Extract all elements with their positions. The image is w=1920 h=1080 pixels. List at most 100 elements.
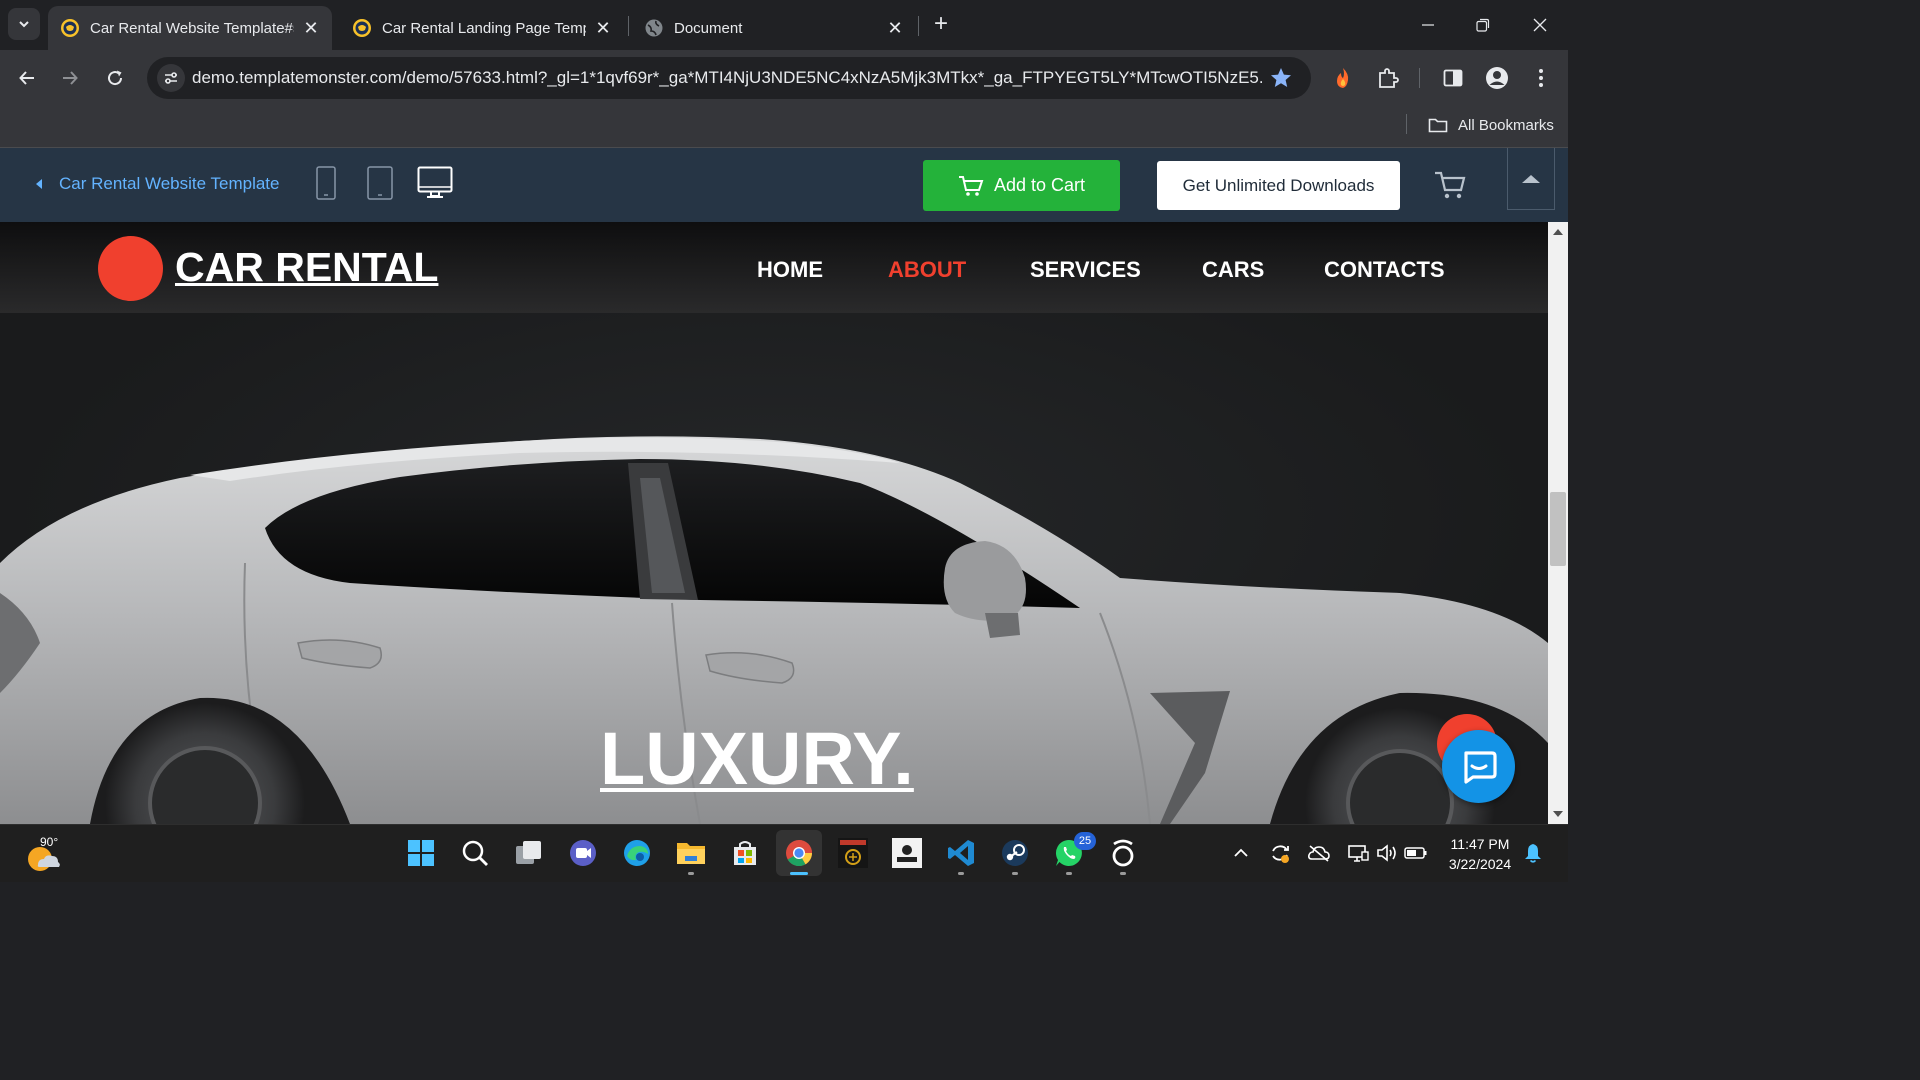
notifications-button[interactable]	[1521, 841, 1545, 865]
taskbar-file-explorer[interactable]	[668, 830, 714, 876]
tab-car-rental-landing[interactable]: Car Rental Landing Page Templa ✕	[340, 6, 624, 50]
windows-taskbar: 90° 25 11:47 PM 3/22/2024	[0, 824, 1568, 882]
taskbar-task-view[interactable]	[506, 830, 552, 876]
taskbar-store[interactable]	[722, 830, 768, 876]
tab-separator	[628, 16, 629, 36]
hero-title: LUXURY.	[600, 717, 914, 800]
restore-button[interactable]	[1468, 10, 1498, 40]
caret-left-icon	[36, 179, 42, 189]
running-indicator	[1120, 872, 1126, 875]
file-explorer-icon	[677, 843, 705, 864]
close-window-button[interactable]	[1525, 10, 1555, 40]
globe-icon	[645, 19, 663, 37]
extension-flame-button[interactable]	[1327, 62, 1359, 94]
nav-services[interactable]: SERVICES	[1030, 257, 1141, 283]
vscode-icon	[948, 840, 974, 866]
restore-icon	[1476, 18, 1490, 32]
tablet-view-icon[interactable]	[367, 166, 393, 200]
new-tab-button[interactable]: +	[928, 12, 954, 38]
pes-icon	[838, 838, 868, 868]
scrollbar-thumb[interactable]	[1550, 492, 1566, 566]
scroll-down-icon[interactable]	[1553, 811, 1563, 817]
all-bookmarks-button[interactable]: All Bookmarks	[1428, 112, 1554, 138]
unlimited-downloads-button[interactable]: Get Unlimited Downloads	[1157, 161, 1400, 210]
taskbar-whatsapp[interactable]: 25	[1046, 830, 1096, 876]
live-chat-button[interactable]	[1442, 730, 1515, 803]
taskbar-chrome[interactable]	[776, 830, 822, 876]
unlimited-downloads-label: Get Unlimited Downloads	[1182, 175, 1375, 195]
templatemonster-demo-bar: Car Rental Website Template Add to Cart …	[0, 148, 1568, 222]
extensions-button[interactable]	[1372, 62, 1404, 94]
tab-title: Car Rental Landing Page Templa	[382, 19, 586, 37]
scroll-up-icon[interactable]	[1553, 229, 1563, 235]
tray-sync[interactable]	[1268, 841, 1292, 865]
taskbar-vscode[interactable]	[938, 830, 984, 876]
page-scrollbar[interactable]	[1548, 222, 1568, 824]
tray-battery[interactable]	[1404, 841, 1428, 865]
cart-icon	[958, 175, 984, 196]
add-to-cart-button[interactable]: Add to Cart	[923, 160, 1120, 211]
tab-car-rental-website[interactable]: Car Rental Website Template#5 ✕	[48, 6, 332, 50]
bell-icon	[1525, 844, 1541, 863]
address-bar[interactable]: demo.templatemonster.com/demo/57633.html…	[147, 57, 1311, 99]
tray-network[interactable]	[1346, 841, 1370, 865]
profile-button[interactable]	[1481, 62, 1513, 94]
desktop-view-icon[interactable]	[417, 166, 453, 200]
cart-icon[interactable]	[1434, 170, 1466, 200]
running-indicator	[1066, 872, 1072, 875]
caret-up-icon	[1522, 174, 1540, 183]
bookmark-star-icon[interactable]	[1269, 66, 1293, 90]
hero-section: LUXURY.	[0, 313, 1548, 824]
back-button[interactable]	[11, 62, 43, 94]
close-icon[interactable]: ✕	[594, 19, 612, 37]
tray-volume[interactable]	[1375, 841, 1399, 865]
site-logo[interactable]: CAR RENTAL	[175, 244, 438, 291]
clock-date: 3/22/2024	[1448, 856, 1512, 872]
nav-cars[interactable]: CARS	[1202, 257, 1264, 283]
side-panel-button[interactable]	[1437, 62, 1469, 94]
taskbar-search[interactable]	[452, 830, 498, 876]
taskbar-app[interactable]	[1100, 830, 1146, 876]
minimize-icon	[1422, 24, 1434, 26]
site-header: CAR RENTAL HOME ABOUT SERVICES CARS CONT…	[0, 222, 1548, 313]
close-icon[interactable]: ✕	[302, 19, 320, 37]
minimize-button[interactable]	[1413, 10, 1443, 40]
nav-about[interactable]: ABOUT	[888, 257, 966, 283]
cloud-offline-icon	[1308, 845, 1330, 862]
start-button[interactable]	[398, 830, 444, 876]
mobile-view-icon[interactable]	[316, 166, 336, 200]
store-icon	[734, 841, 756, 865]
running-indicator	[958, 872, 964, 875]
running-indicator	[790, 872, 808, 875]
collapse-bar-button[interactable]	[1507, 148, 1555, 210]
close-icon[interactable]: ✕	[886, 19, 904, 37]
bookmarks-bar: All Bookmarks	[0, 106, 1568, 148]
clock-time: 11:47 PM	[1450, 836, 1510, 852]
weather-temp: 90°	[40, 835, 59, 849]
tray-overflow-button[interactable]	[1229, 841, 1253, 865]
nav-home[interactable]: HOME	[757, 257, 823, 283]
templatemonster-favicon-icon	[61, 19, 79, 37]
forward-button[interactable]	[54, 62, 86, 94]
site-info-button[interactable]	[157, 64, 185, 92]
taskbar-teams[interactable]	[560, 830, 606, 876]
profile-icon	[1486, 67, 1508, 89]
reload-button[interactable]	[99, 62, 131, 94]
flame-icon	[1337, 68, 1349, 88]
taskbar-edge[interactable]	[614, 830, 660, 876]
tab-document[interactable]: Document ✕	[632, 6, 916, 50]
nav-contacts[interactable]: CONTACTS	[1324, 257, 1445, 283]
taskbar-fifa[interactable]	[884, 830, 930, 876]
tab-search-button[interactable]	[8, 8, 40, 40]
more-vertical-icon	[1539, 69, 1543, 87]
whatsapp-badge: 25	[1074, 832, 1096, 850]
menu-button[interactable]	[1525, 62, 1557, 94]
bookmarks-separator	[1406, 114, 1407, 134]
tab-separator	[918, 16, 919, 36]
taskbar-pes[interactable]	[830, 830, 876, 876]
taskbar-steam[interactable]	[992, 830, 1038, 876]
system-clock[interactable]: 11:47 PM 3/22/2024	[1430, 834, 1530, 874]
tab-title: Car Rental Website Template#5	[90, 19, 294, 37]
tray-onedrive[interactable]	[1307, 841, 1331, 865]
back-to-template-link[interactable]: Car Rental Website Template	[36, 174, 279, 194]
